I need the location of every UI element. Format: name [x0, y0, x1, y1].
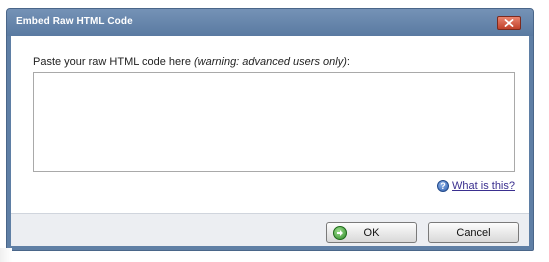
background-edge — [0, 248, 12, 262]
prompt-text: Paste your raw HTML code here — [33, 56, 194, 68]
dialog-body: Paste your raw HTML code here (warning: … — [11, 36, 529, 225]
close-icon — [504, 19, 514, 27]
cancel-button-label: Cancel — [456, 226, 491, 239]
ok-button-label: OK — [363, 226, 380, 239]
prompt-suffix: : — [346, 56, 350, 68]
dialog-footer: OK Cancel — [11, 213, 529, 246]
close-button[interactable] — [497, 16, 521, 30]
help-link-group[interactable]: ? What is this? — [437, 180, 515, 192]
cancel-button[interactable]: Cancel — [428, 222, 519, 243]
ok-arrow-icon — [333, 226, 347, 240]
ok-button[interactable]: OK — [326, 222, 417, 243]
code-prompt-label: Paste your raw HTML code here (warning: … — [33, 56, 350, 68]
html-code-input[interactable] — [33, 72, 515, 172]
prompt-warning: (warning: advanced users only) — [194, 56, 347, 68]
help-icon[interactable]: ? — [437, 180, 450, 192]
embed-html-dialog: Embed Raw HTML Code Paste your raw HTML … — [6, 8, 534, 251]
titlebar[interactable]: Embed Raw HTML Code — [7, 9, 533, 36]
what-is-this-link[interactable]: What is this? — [452, 180, 515, 192]
dialog-title: Embed Raw HTML Code — [16, 16, 133, 27]
